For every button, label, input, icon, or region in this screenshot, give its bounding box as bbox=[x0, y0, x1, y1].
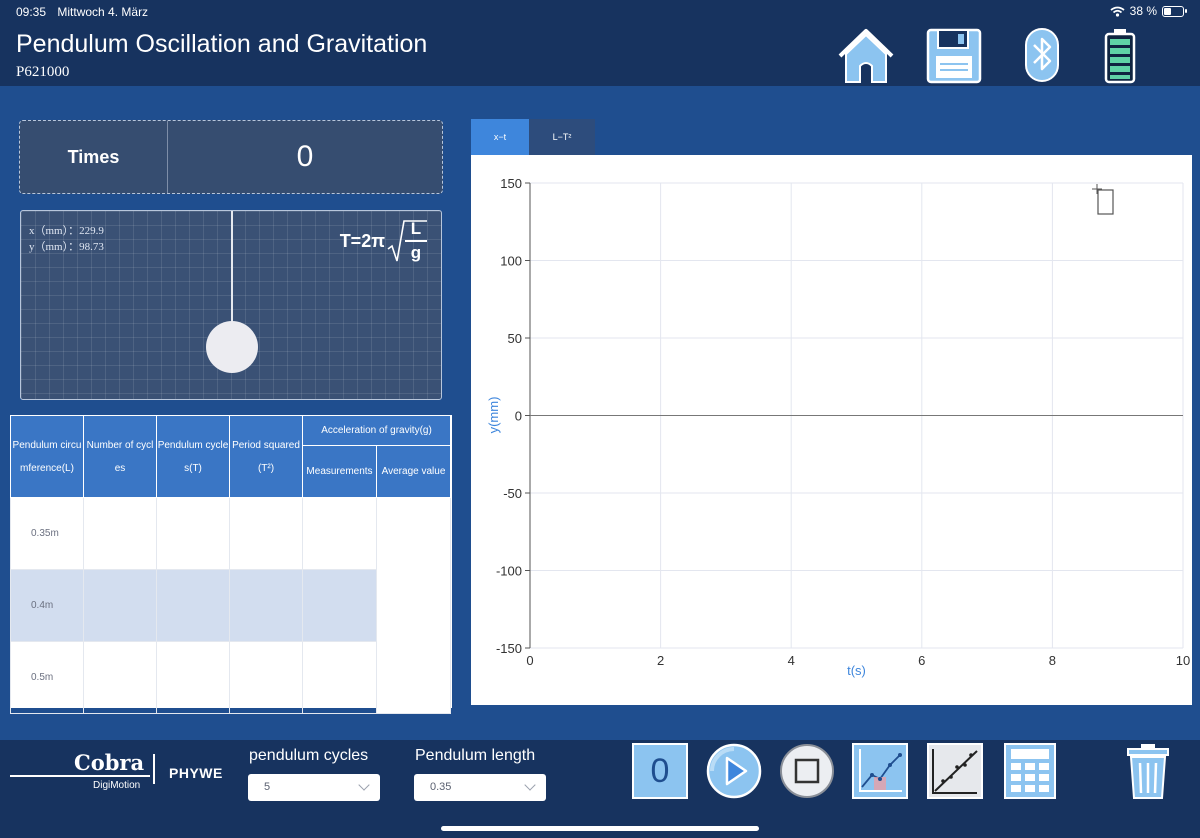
xt-chart[interactable]: 0 2 4 6 8 10 150 100 50 0 -50 -100 -150 t(s) y(mm) bbox=[471, 155, 1192, 705]
x-tick-label: 0 bbox=[526, 653, 533, 668]
battery-percent: 38 % bbox=[1129, 4, 1157, 18]
export-icon[interactable] bbox=[1092, 184, 1114, 215]
times-value: 0 bbox=[296, 140, 314, 173]
col-header-length: Pendulum circumference(L) bbox=[10, 415, 84, 498]
times-label: Times bbox=[20, 121, 168, 193]
coordinate-readout: x（mm）：229.9 y（mm）：98.73 bbox=[29, 223, 104, 255]
logo-divider bbox=[153, 754, 155, 784]
status-right: 38 % bbox=[1110, 4, 1187, 18]
formula-denominator: g bbox=[410, 243, 422, 262]
chart-icon[interactable] bbox=[852, 743, 908, 799]
wifi-icon bbox=[1110, 6, 1125, 17]
table-cell[interactable] bbox=[156, 569, 230, 642]
x-tick-label: 8 bbox=[1049, 653, 1056, 668]
table-cell[interactable] bbox=[229, 497, 303, 570]
status-bar: 09:35 Mittwoch 4. März 38 % bbox=[0, 0, 1200, 24]
y-readout: y（mm）：98.73 bbox=[29, 241, 104, 253]
trash-icon[interactable] bbox=[1120, 743, 1176, 799]
table-cell[interactable] bbox=[83, 497, 157, 570]
length-label: Pendulum length bbox=[415, 747, 536, 764]
pendulum-rod bbox=[231, 211, 233, 331]
bottom-toolbar: Cobra DigiMotion PHYWE pendulum cycles 5… bbox=[0, 740, 1200, 838]
stop-icon[interactable] bbox=[779, 743, 835, 799]
logo-cobra: Cobra bbox=[74, 750, 145, 775]
bluetooth-icon[interactable] bbox=[1012, 26, 1072, 84]
cycles-select[interactable]: 5 bbox=[248, 774, 380, 801]
col-header-gravity: Acceleration of gravity(g) bbox=[301, 415, 452, 446]
formula-root: L g bbox=[387, 219, 427, 263]
status-left: 09:35 Mittwoch 4. März bbox=[16, 5, 156, 19]
play-icon[interactable] bbox=[706, 743, 762, 799]
logo-digimotion: DigiMotion bbox=[93, 780, 141, 791]
x-axis-label: t(s) bbox=[847, 663, 866, 678]
y-tick-label: 0 bbox=[515, 409, 522, 424]
app-header: Pendulum Oscillation and Gravitation P62… bbox=[0, 24, 1200, 86]
y-tick-label: -150 bbox=[496, 641, 522, 656]
col-header-measurements: Measurements bbox=[302, 445, 377, 498]
status-time: 09:35 bbox=[16, 5, 47, 19]
calculator-icon[interactable] bbox=[1002, 743, 1058, 799]
y-axis-label: y(mm) bbox=[486, 397, 501, 434]
table-cell[interactable] bbox=[229, 641, 303, 714]
tab-x-t[interactable]: x−t bbox=[471, 119, 529, 155]
col-header-period-squared: Period squared(T²) bbox=[229, 415, 303, 498]
x-tick-label: 10 bbox=[1176, 653, 1190, 668]
formula-fraction: L g bbox=[405, 219, 427, 263]
length-select[interactable]: 0.35 bbox=[414, 774, 546, 801]
measurement-table: Pendulum circumference(L) Number of cycl… bbox=[10, 415, 452, 714]
cycles-value: 5 bbox=[264, 781, 271, 793]
y-tick-label: 150 bbox=[500, 176, 522, 191]
length-value: 0.35 bbox=[430, 781, 452, 793]
table-cell-length: 0.35m bbox=[10, 497, 84, 570]
period-formula: T=2π L g bbox=[340, 219, 427, 263]
reset-counter-button[interactable]: 0 bbox=[632, 743, 688, 799]
x-tick-label: 2 bbox=[657, 653, 664, 668]
table-cell[interactable] bbox=[302, 497, 377, 570]
table-cell-length: 0.5m bbox=[10, 641, 84, 714]
y-tick-label: -50 bbox=[503, 486, 522, 501]
chart-tabs: x−t L−T² bbox=[471, 119, 595, 155]
x-readout: x（mm）：229.9 bbox=[29, 225, 104, 237]
pendulum-simulation: x（mm）：229.9 y（mm）：98.73 T=2π L g bbox=[20, 210, 442, 400]
counter-value: 0 bbox=[650, 751, 670, 790]
table-cell[interactable] bbox=[83, 641, 157, 714]
table-cell-length: 0.4m bbox=[10, 569, 84, 642]
logo-underline bbox=[10, 775, 150, 777]
col-header-average: Average value bbox=[375, 445, 452, 498]
chevron-down-icon bbox=[358, 779, 370, 791]
battery-icon bbox=[1104, 29, 1136, 84]
times-counter: Times 0 bbox=[19, 120, 443, 194]
formula-prefix: T=2π bbox=[339, 230, 385, 251]
battery-status-icon bbox=[1162, 5, 1187, 17]
table-row[interactable]: 0.35m bbox=[10, 497, 452, 714]
save-icon[interactable] bbox=[924, 26, 984, 84]
home-indicator[interactable] bbox=[441, 826, 759, 831]
logo-phywe: PHYWE bbox=[169, 765, 223, 781]
y-tick-label: 100 bbox=[500, 254, 522, 269]
formula-numerator: L bbox=[410, 219, 422, 238]
chevron-down-icon bbox=[524, 779, 536, 791]
home-icon[interactable] bbox=[836, 26, 896, 84]
col-header-period: Pendulum cycles(T) bbox=[156, 415, 230, 498]
pendulum-bob[interactable] bbox=[206, 321, 258, 373]
page-title: Pendulum Oscillation and Gravitation bbox=[16, 30, 428, 58]
table-cell[interactable] bbox=[83, 569, 157, 642]
y-tick-label: -100 bbox=[496, 564, 522, 579]
line-fit-icon[interactable] bbox=[927, 743, 983, 799]
table-cell-average bbox=[375, 497, 452, 714]
table-cell[interactable] bbox=[156, 641, 230, 714]
table-cell[interactable] bbox=[156, 497, 230, 570]
status-date: Mittwoch 4. März bbox=[57, 5, 149, 19]
cycles-label: pendulum cycles bbox=[249, 747, 369, 764]
x-tick-label: 6 bbox=[918, 653, 925, 668]
col-header-cycles: Number of cycles bbox=[83, 415, 157, 498]
tab-l-t2[interactable]: L−T² bbox=[529, 119, 595, 155]
table-cell[interactable] bbox=[302, 641, 377, 714]
experiment-code: P621000 bbox=[16, 64, 70, 80]
y-tick-label: 50 bbox=[508, 331, 522, 346]
table-cell[interactable] bbox=[302, 569, 377, 642]
table-cell[interactable] bbox=[229, 569, 303, 642]
x-tick-label: 4 bbox=[788, 653, 795, 668]
chart-panel: 0 2 4 6 8 10 150 100 50 0 -50 -100 -150 t(s) y(mm) bbox=[471, 155, 1192, 705]
